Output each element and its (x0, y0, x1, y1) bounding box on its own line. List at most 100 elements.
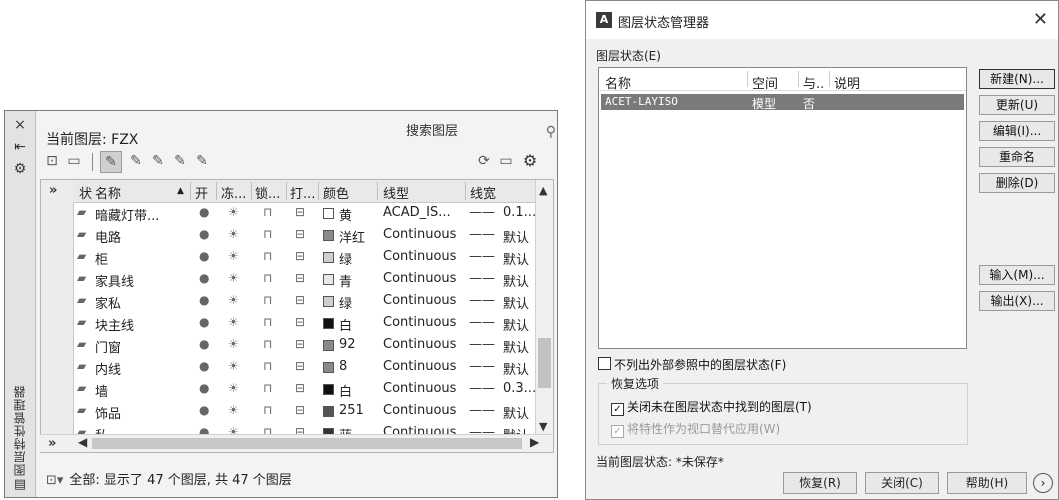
color-name[interactable]: 251 (339, 403, 364, 418)
sun-icon[interactable]: ☀ (228, 205, 239, 219)
scroll-down-icon[interactable]: ▼ (539, 420, 547, 433)
col-status[interactable]: 状 (79, 183, 92, 202)
col-linetype[interactable]: 线型 (383, 183, 409, 202)
more-options-icon[interactable]: › (1033, 473, 1053, 493)
color-name[interactable]: 黄 (339, 205, 352, 224)
linetype[interactable]: Continuous (383, 403, 456, 418)
rename-button[interactable]: 重命名 (979, 147, 1055, 167)
color-swatch[interactable] (323, 318, 334, 329)
search-icon[interactable]: ⚲ (546, 121, 556, 143)
unlock-icon[interactable]: ⊓ (263, 205, 272, 219)
help-button[interactable]: 帮助(H) (947, 472, 1027, 494)
scroll-up-icon[interactable]: ▲ (539, 184, 547, 197)
autohide-icon[interactable]: ⇤ (12, 139, 28, 155)
bulb-icon[interactable]: ● (199, 293, 209, 307)
color-name[interactable]: 洋红 (339, 227, 365, 246)
update-button[interactable]: 更新(U) (979, 95, 1055, 115)
lineweight[interactable]: 0.1... (503, 205, 536, 220)
layer-name[interactable]: 柜 (95, 249, 108, 268)
sun-icon[interactable]: ☀ (228, 293, 239, 307)
new-property-filter-icon[interactable]: ⊡ (42, 151, 62, 171)
check-icon[interactable]: ✓ (611, 403, 624, 416)
layer-name[interactable]: 块主线 (95, 315, 134, 334)
new-group-filter-icon[interactable]: ▭ (64, 151, 84, 171)
new-layer-icon[interactable]: ✎ (100, 151, 122, 173)
printer-icon[interactable]: ⊟ (295, 381, 305, 395)
bulb-icon[interactable]: ● (199, 381, 209, 395)
sun-icon[interactable]: ☀ (228, 227, 239, 241)
close-not-found-checkbox[interactable]: ✓ 关闭未在图层状态中找到的图层(T) (611, 398, 812, 416)
refresh-icon[interactable]: ⟳ (474, 151, 494, 171)
unlock-icon[interactable]: ⊓ (263, 249, 272, 263)
color-swatch[interactable] (323, 362, 334, 373)
linetype[interactable]: Continuous (383, 271, 456, 286)
sun-icon[interactable]: ☀ (228, 249, 239, 263)
table-row[interactable]: ▰ 电路 ● ☀ ⊓ ⊟ 洋红 Continuous —— 默认 (73, 225, 535, 247)
color-name[interactable]: 白 (339, 315, 352, 334)
list-col-space[interactable]: 空间 (752, 73, 778, 92)
unlock-icon[interactable]: ⊓ (263, 271, 272, 285)
edit-button[interactable]: 编辑(I)... (979, 121, 1055, 141)
unlock-icon[interactable]: ⊓ (263, 381, 272, 395)
linetype[interactable]: Continuous (383, 315, 456, 330)
scroll-right-icon[interactable]: ▶ (530, 435, 539, 449)
color-name[interactable]: 8 (339, 359, 347, 374)
unlock-icon[interactable]: ⊓ (263, 293, 272, 307)
delete-button[interactable]: 删除(D) (979, 173, 1055, 193)
linetype[interactable]: Continuous (383, 249, 456, 264)
expand-filters-icon[interactable]: » (49, 183, 57, 198)
layer-name[interactable]: 家私 (95, 293, 121, 312)
col-plot[interactable]: 打... (290, 183, 315, 202)
export-button[interactable]: 输出(X)... (979, 291, 1055, 311)
bulb-icon[interactable]: ● (199, 337, 209, 351)
linetype[interactable]: Continuous (383, 293, 456, 308)
close-icon[interactable]: ✕ (1033, 9, 1048, 30)
new-layer-vp-frozen-icon[interactable]: ✎ (126, 151, 146, 171)
lineweight[interactable]: 默认 (503, 227, 529, 246)
bulb-icon[interactable]: ● (199, 227, 209, 241)
unlock-icon[interactable]: ⊓ (263, 315, 272, 329)
col-name[interactable]: 名称 (95, 183, 121, 202)
linetype[interactable]: Continuous (383, 227, 456, 242)
color-swatch[interactable] (323, 384, 334, 395)
printer-icon[interactable]: ⊟ (295, 293, 305, 307)
unlock-icon[interactable]: ⊓ (263, 337, 272, 351)
printer-icon[interactable]: ⊟ (295, 337, 305, 351)
import-button[interactable]: 输入(M)... (979, 265, 1055, 285)
restore-button[interactable]: 恢复(R) (783, 472, 857, 494)
horizontal-scrollbar[interactable]: » ◀ ▶ (40, 434, 552, 452)
color-name[interactable]: 白 (339, 381, 352, 400)
lineweight[interactable]: 默认 (503, 359, 529, 378)
layer-name[interactable]: 墙 (95, 381, 108, 400)
lineweight[interactable]: 默认 (503, 403, 529, 422)
bulb-icon[interactable]: ● (199, 271, 209, 285)
bulb-icon[interactable]: ● (199, 403, 209, 417)
list-col-name[interactable]: 名称 (605, 73, 631, 92)
table-row[interactable]: ▰ 门窗 ● ☀ ⊓ ⊟ 92 Continuous —— 默认 (73, 335, 535, 357)
color-swatch[interactable] (323, 208, 334, 219)
layer-name[interactable]: 饰品 (95, 403, 121, 422)
table-row[interactable]: ▰ 墙 ● ☀ ⊓ ⊟ 白 Continuous —— 0.3... (73, 379, 536, 401)
table-row[interactable]: ▰ 家私 ● ☀ ⊓ ⊟ 绿 Continuous —— 默认 (73, 291, 535, 313)
col-lineweight[interactable]: 线宽 (470, 183, 496, 202)
layer-states-icon[interactable]: ▭ (496, 151, 516, 171)
no-xref-checkbox[interactable]: 不列出外部参照中的图层状态(F) (598, 356, 786, 373)
lineweight[interactable]: 默认 (503, 337, 529, 356)
col-freeze[interactable]: 冻... (221, 183, 246, 202)
unlock-icon[interactable]: ⊓ (263, 359, 272, 373)
sun-icon[interactable]: ☀ (228, 359, 239, 373)
expand-filters-icon[interactable]: » (48, 436, 56, 451)
color-swatch[interactable] (323, 252, 334, 263)
bulb-icon[interactable]: ● (199, 205, 209, 219)
sun-icon[interactable]: ☀ (228, 403, 239, 417)
layer-name[interactable]: 电路 (95, 227, 121, 246)
color-swatch[interactable] (323, 406, 334, 417)
table-row[interactable]: ▰ 内线 ● ☀ ⊓ ⊟ 8 Continuous —— 默认 (73, 357, 535, 379)
sun-icon[interactable]: ☀ (228, 271, 239, 285)
layer-name[interactable]: 暗藏灯带... (95, 205, 159, 224)
sun-icon[interactable]: ☀ (228, 381, 239, 395)
layer-states-list[interactable]: 名称 空间 与.. 说明 ACET-LAYISO 模型 否 (598, 67, 967, 349)
checkbox-box[interactable] (598, 357, 611, 370)
sun-icon[interactable]: ☀ (228, 315, 239, 329)
sun-icon[interactable]: ☀ (228, 337, 239, 351)
